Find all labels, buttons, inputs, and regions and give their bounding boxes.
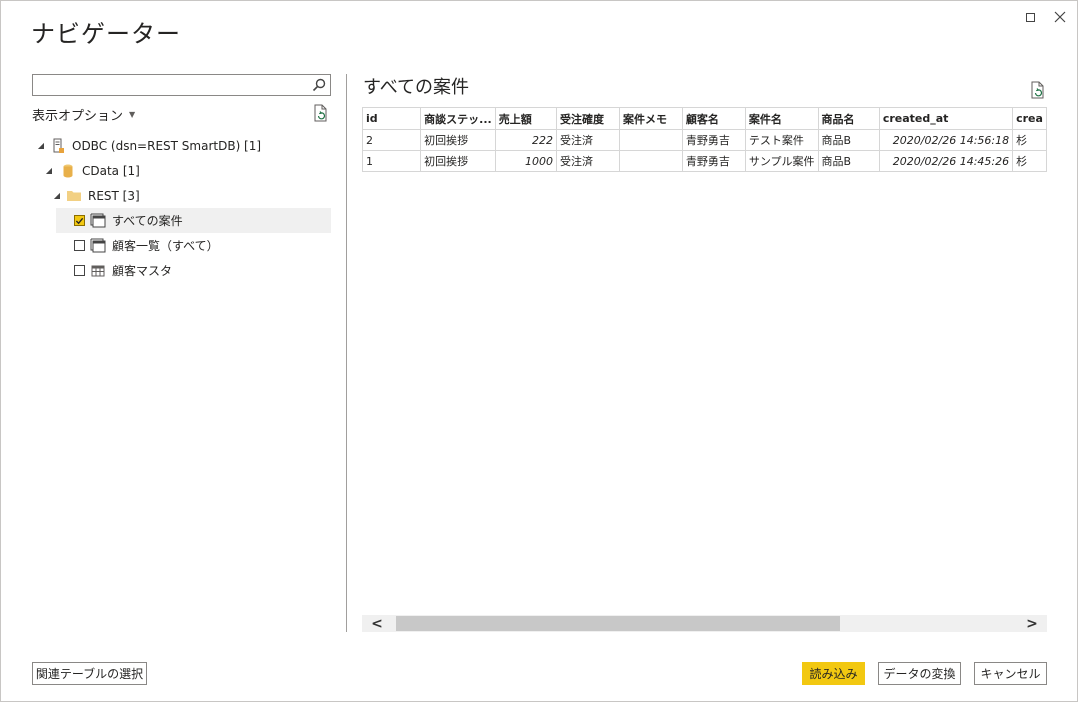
table-cell: 杉 [1012, 150, 1047, 172]
table-cell: 商品B [817, 129, 880, 151]
check-icon [75, 217, 84, 224]
table-cell: 2020/02/26 14:56:18 [878, 129, 1014, 151]
table-cell: 商品B [817, 150, 880, 172]
table-cell: サンプル案件 [744, 150, 819, 172]
table-cell [618, 150, 683, 172]
table-cell: 杉 [1012, 129, 1047, 151]
search-box[interactable] [32, 74, 331, 96]
scroll-left-icon[interactable]: < [362, 615, 392, 632]
tree-item-label: ODBC (dsn=REST SmartDB) [1] [72, 138, 262, 153]
table-cell: 222 [494, 129, 558, 151]
preview-grid: id 商談ステッ... 売上額 受注確度 案件メモ 顧客名 案件名 商品名 cr… [362, 107, 1047, 615]
table-cell: 初回挨拶 [420, 150, 496, 172]
display-options-dropdown[interactable]: 表示オプション ▼ [32, 105, 135, 124]
horizontal-scrollbar[interactable]: < > [362, 615, 1047, 632]
tree-item-customer-list[interactable]: 顧客一覧（すべて） [56, 233, 331, 258]
table-cell: 2020/02/26 14:45:26 [878, 150, 1014, 172]
checkbox[interactable] [74, 215, 85, 226]
preview-title: すべての案件 [363, 77, 470, 98]
maximize-icon [1025, 12, 1035, 22]
table-cell: 青野勇吉 [681, 150, 746, 172]
transform-data-button[interactable]: データの変換 [878, 662, 961, 685]
data-table: id 商談ステッ... 売上額 受注確度 案件メモ 顧客名 案件名 商品名 cr… [362, 107, 1047, 172]
collapse-triangle-icon[interactable]: ◢ [36, 141, 46, 150]
scroll-thumb[interactable] [396, 616, 840, 631]
pane-splitter[interactable] [346, 74, 347, 632]
scroll-right-icon[interactable]: > [1017, 615, 1047, 632]
column-header[interactable]: crea [1012, 107, 1047, 130]
column-header[interactable]: created_at [878, 107, 1014, 130]
tree-item-label: CData [1] [82, 163, 140, 178]
tree-item-label: 顧客マスタ [112, 264, 173, 278]
window-title: ナビゲーター [31, 20, 181, 48]
tree-item-label: 顧客一覧（すべて） [112, 239, 219, 253]
table-cell: 2 [362, 129, 422, 151]
table-cell: 1000 [494, 150, 558, 172]
tree-item-customer-master[interactable]: 顧客マスタ [56, 258, 331, 283]
collapse-triangle-icon[interactable]: ◢ [44, 166, 54, 175]
cancel-button[interactable]: キャンセル [974, 662, 1047, 685]
refresh-icon[interactable] [312, 104, 330, 122]
table-cell: 1 [362, 150, 422, 172]
table-row: 2 初回挨拶 222 受注済 青野勇吉 テスト案件 商品B 2020/02/26… [362, 129, 1047, 151]
table-cell: テスト案件 [744, 129, 819, 151]
column-header[interactable]: 商談ステッ... [420, 107, 496, 130]
table-cell: 受注済 [556, 129, 620, 151]
column-header[interactable]: 商品名 [817, 107, 880, 130]
refresh-icon[interactable] [1029, 81, 1047, 99]
column-header[interactable]: 案件名 [744, 107, 819, 130]
table-icon [91, 265, 105, 276]
close-button[interactable] [1049, 7, 1071, 27]
tree-item-label: REST [3] [88, 188, 140, 203]
display-options-label: 表示オプション [32, 109, 124, 124]
navigator-window: ナビゲーター 表示オプション ▼ ◢ ODBC (dsn=REST SmartD… [0, 0, 1078, 702]
table-header-row: id 商談ステッ... 売上額 受注確度 案件メモ 顧客名 案件名 商品名 cr… [362, 107, 1047, 130]
checkbox[interactable] [74, 240, 85, 251]
search-icon[interactable] [311, 77, 327, 93]
column-header[interactable]: id [362, 107, 422, 130]
chevron-down-icon: ▼ [129, 110, 136, 119]
column-header[interactable]: 顧客名 [681, 107, 746, 130]
view-icon [90, 238, 106, 252]
column-header[interactable]: 受注確度 [556, 107, 620, 130]
view-icon [90, 213, 106, 227]
table-row: 1 初回挨拶 1000 受注済 青野勇吉 サンプル案件 商品B 2020/02/… [362, 150, 1047, 172]
table-cell: 初回挨拶 [420, 129, 496, 151]
database-server-icon [53, 138, 64, 153]
close-icon [1054, 11, 1066, 23]
table-cell [618, 129, 683, 151]
tree-item-rest[interactable]: ◢ REST [3] [32, 183, 331, 208]
collapse-triangle-icon[interactable]: ◢ [52, 191, 62, 200]
folder-icon [67, 190, 81, 201]
maximize-button[interactable] [1019, 7, 1041, 27]
checkbox[interactable] [74, 265, 85, 276]
tree-item-all-deals[interactable]: すべての案件 [56, 208, 331, 233]
table-cell: 受注済 [556, 150, 620, 172]
tree-item-cdata[interactable]: ◢ CData [1] [32, 158, 331, 183]
tree-item-odbc[interactable]: ◢ ODBC (dsn=REST SmartDB) [1] [32, 133, 331, 158]
database-cylinder-icon [63, 164, 73, 177]
load-button[interactable]: 読み込み [802, 662, 865, 685]
column-header[interactable]: 案件メモ [618, 107, 683, 130]
table-cell: 青野勇吉 [681, 129, 746, 151]
tree-item-label: すべての案件 [112, 214, 183, 228]
select-related-tables-button[interactable]: 関連テーブルの選択 [32, 662, 147, 685]
column-header[interactable]: 売上額 [494, 107, 558, 130]
